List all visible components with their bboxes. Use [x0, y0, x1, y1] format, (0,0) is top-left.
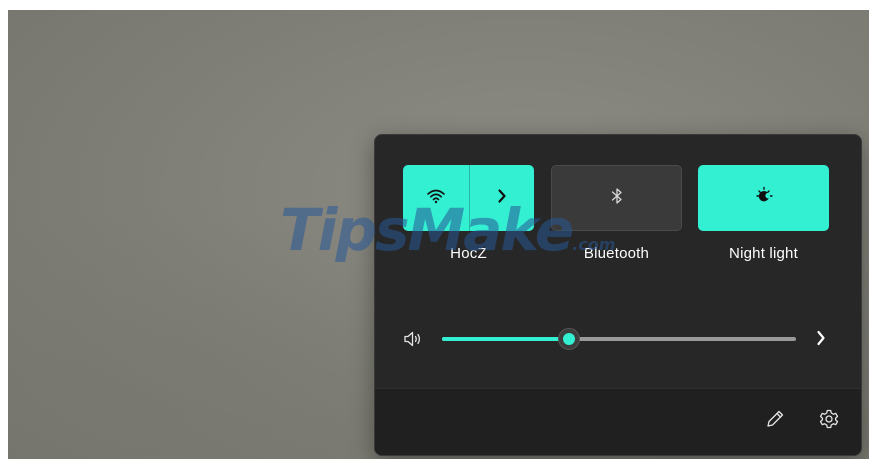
quick-settings-footer	[375, 388, 861, 455]
wifi-tile	[403, 165, 534, 231]
wifi-tile-label: HocZ	[450, 245, 487, 262]
wifi-icon	[426, 188, 446, 209]
chevron-right-icon	[496, 188, 508, 209]
volume-slider-thumb[interactable]	[558, 328, 581, 350]
night-light-tile-group: Night light	[698, 165, 829, 262]
night-light-toggle-button[interactable]	[698, 165, 829, 231]
bluetooth-tile-label: Bluetooth	[583, 245, 650, 262]
pencil-icon[interactable]	[764, 408, 786, 435]
volume-slider[interactable]	[442, 328, 796, 350]
wifi-expand-button[interactable]	[470, 165, 534, 231]
bluetooth-tile-group: Bluetooth	[551, 165, 682, 262]
volume-row	[375, 321, 861, 357]
bluetooth-toggle-button[interactable]	[551, 165, 682, 231]
volume-slider-fill	[442, 337, 570, 341]
bluetooth-icon	[611, 187, 623, 210]
speaker-icon[interactable]	[403, 330, 425, 353]
gear-icon[interactable]	[818, 408, 840, 435]
quick-settings-panel: HocZ Bluetooth Night light	[374, 134, 862, 456]
wifi-toggle-button[interactable]	[403, 165, 469, 231]
night-light-icon	[754, 186, 774, 211]
wifi-tile-group: HocZ	[403, 165, 534, 262]
volume-output-chevron-icon[interactable]	[815, 329, 827, 352]
night-light-tile-label: Night light	[729, 245, 798, 262]
